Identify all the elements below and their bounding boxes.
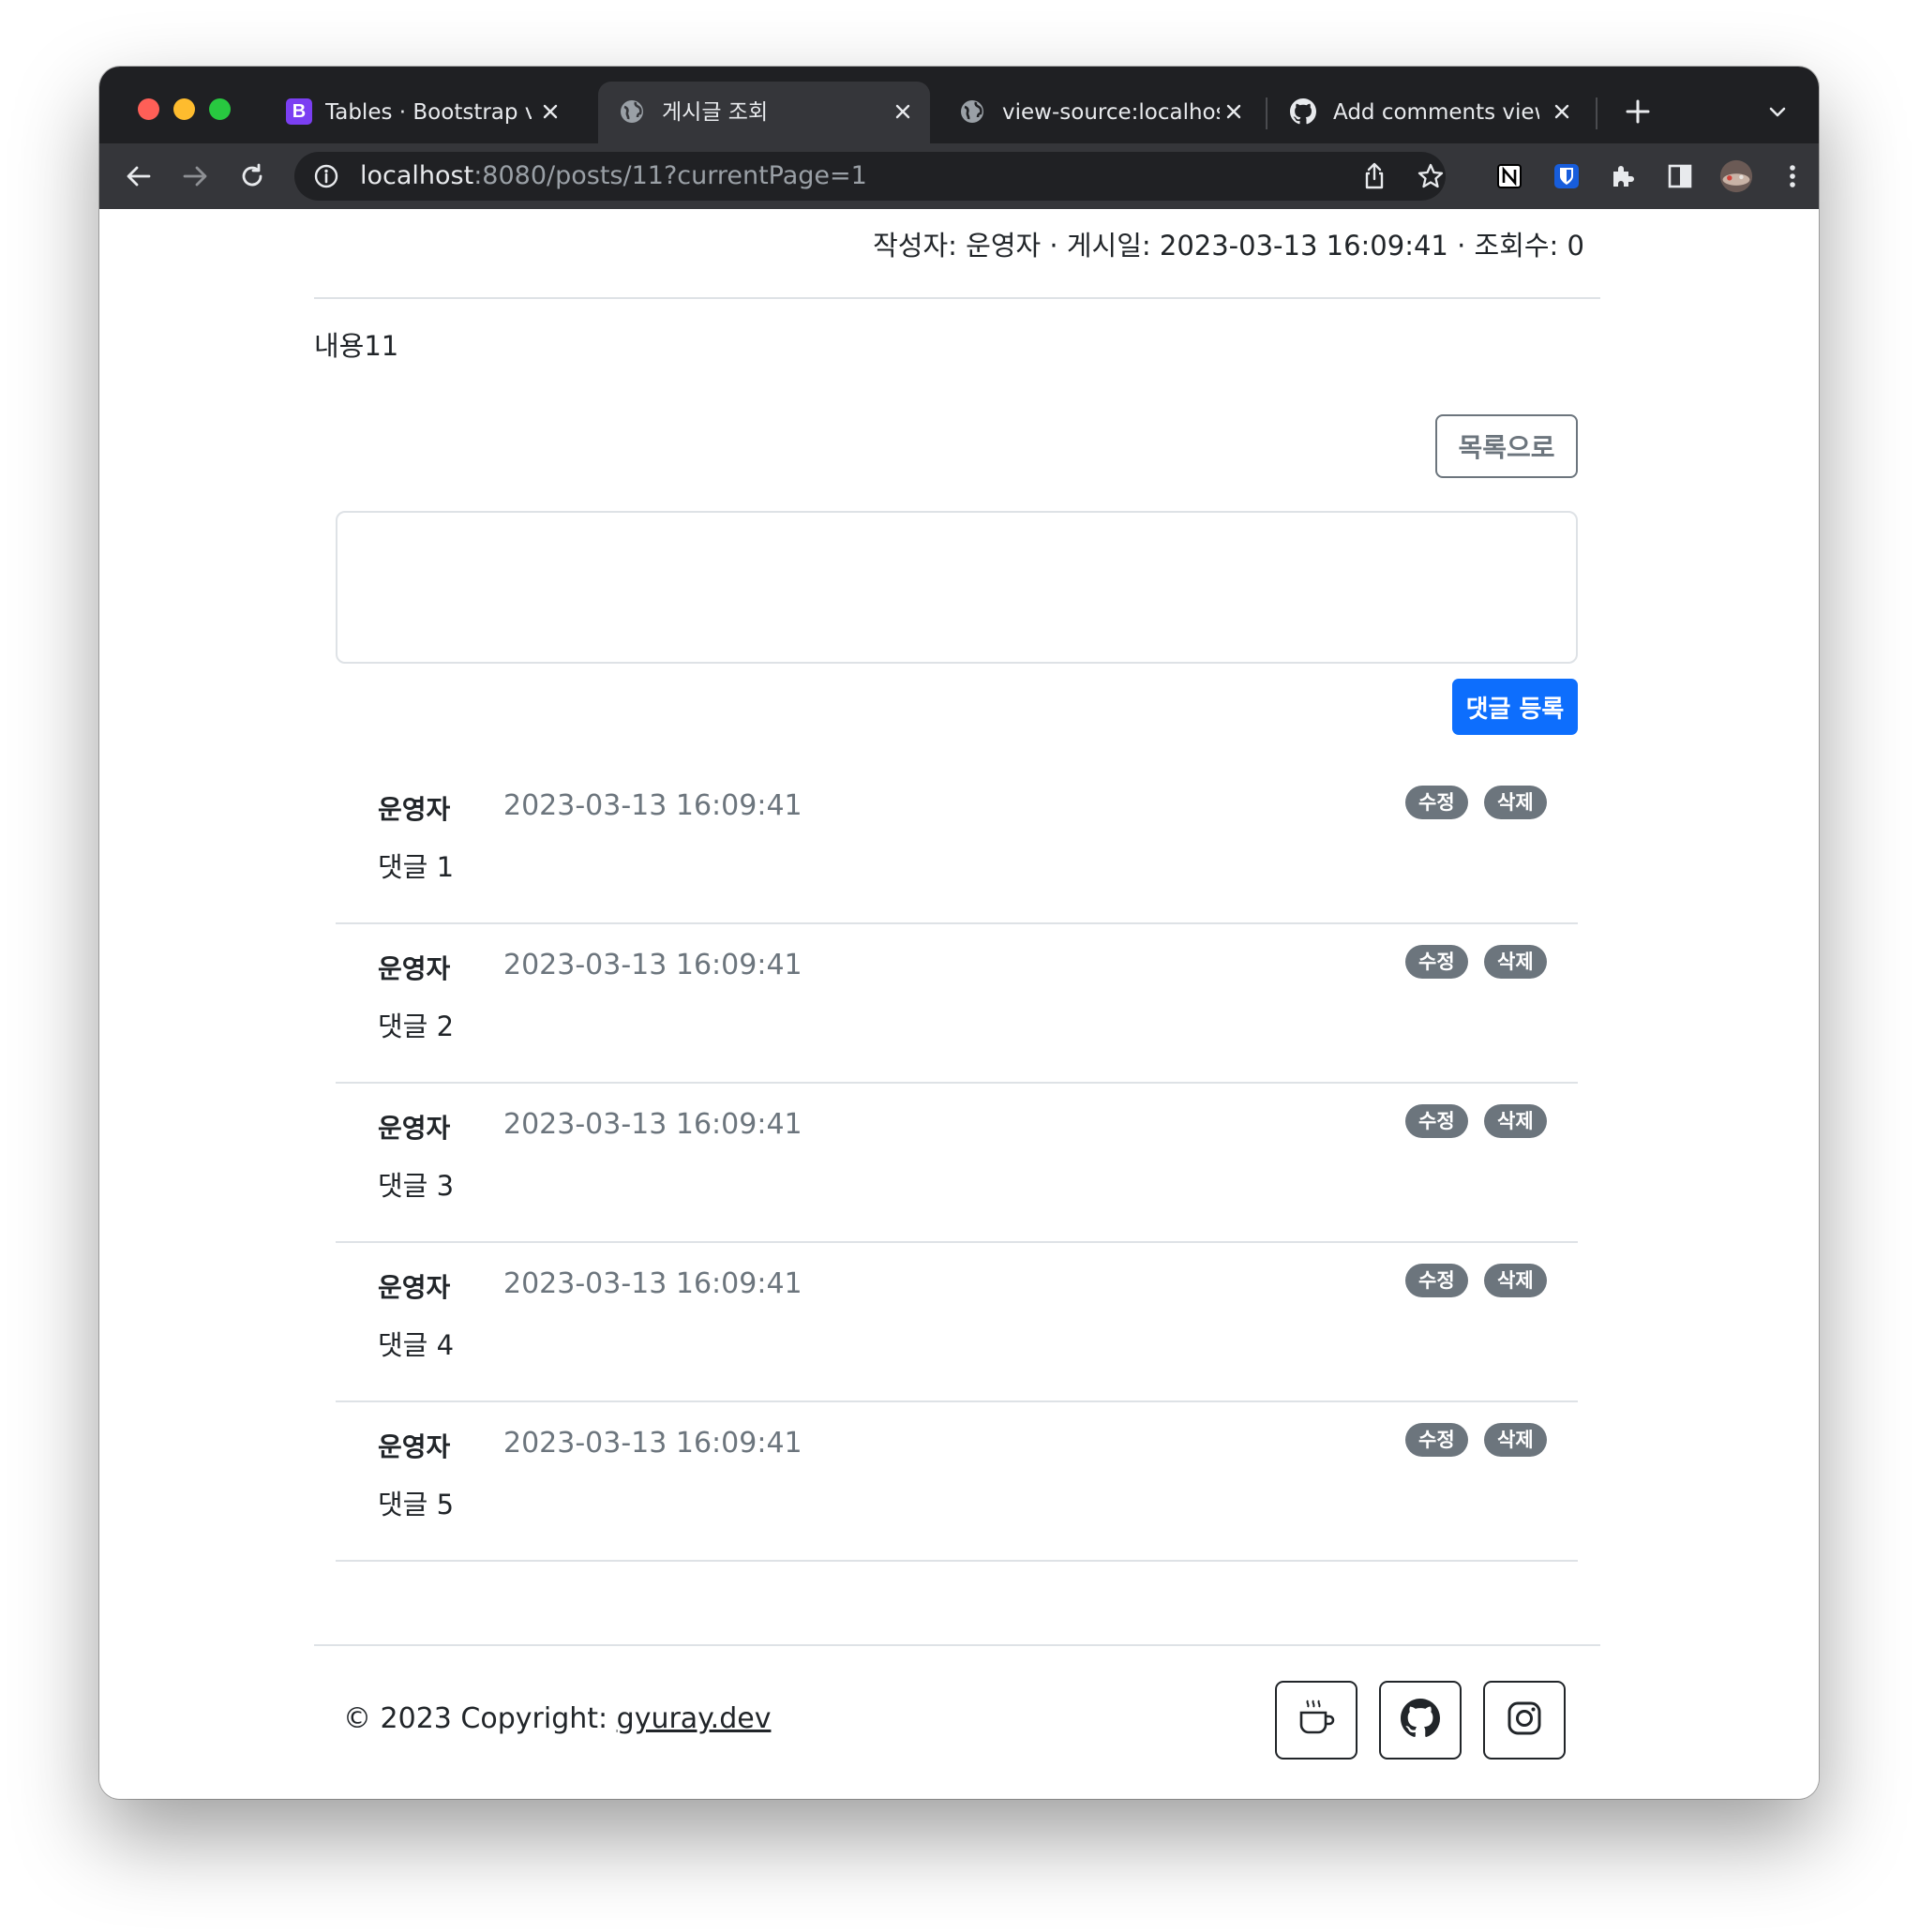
comment-date: 2023-03-13 16:09:41 [503,1267,802,1300]
comment-author: 운영자 [378,1431,451,1462]
site-info-icon[interactable] [309,159,343,193]
tab-post-view[interactable]: 게시글 조회 [598,82,930,143]
comment-text: 댓글 5 [378,1489,455,1520]
copyright-text: © 2023 Copyright: [343,1702,617,1735]
footer-divider [314,1644,1600,1646]
delete-comment-button[interactable]: 삭제 [1484,786,1547,819]
page-content: 작성자: 운영자 · 게시일: 2023-03-13 16:09:41 · 조회… [99,209,1819,1799]
comment-date: 2023-03-13 16:09:41 [503,1427,802,1460]
close-icon[interactable] [537,98,563,125]
notion-extension-icon[interactable] [1492,159,1526,193]
comment-author: 운영자 [378,1272,451,1303]
browser-window: B Tables · Bootstrap v5. 게시글 조회 view-sou… [99,67,1819,1799]
reload-button[interactable] [235,159,269,193]
github-icon [1401,1699,1440,1742]
comment-author: 운영자 [378,953,451,984]
back-button[interactable] [122,159,156,193]
extensions-puzzle-icon[interactable] [1606,159,1640,193]
coffee-icon [1295,1697,1338,1744]
tab-search-chevron-icon[interactable] [1761,95,1794,128]
divider [314,297,1600,299]
close-icon[interactable] [1549,98,1575,125]
new-tab-button[interactable] [1621,95,1655,128]
share-icon[interactable] [1358,159,1391,193]
github-icon [1290,98,1316,125]
comment-text: 댓글 4 [378,1329,455,1361]
copyright-link[interactable]: gyuray.dev [617,1702,772,1735]
tab-github-comments[interactable]: Add comments view f [1268,82,1680,143]
comment-textarea[interactable] [336,511,1578,664]
tab-title: Tables · Bootstrap v5. [325,100,532,125]
tab-title: 게시글 조회 [662,100,769,125]
delete-comment-button[interactable]: 삭제 [1484,1264,1547,1297]
tab-bar: B Tables · Bootstrap v5. 게시글 조회 view-sou… [99,67,1819,143]
post-content: 내용11 [314,330,399,362]
url-text: localhost:8080/posts/11?currentPage=1 [360,161,867,190]
comment-text: 댓글 3 [378,1170,455,1202]
comment-date: 2023-03-13 16:09:41 [503,949,802,981]
close-window-button[interactable] [138,98,159,120]
comment-text: 댓글 1 [378,851,455,883]
github-link[interactable] [1379,1681,1462,1760]
tab-title: view-source:localhost [1002,100,1220,125]
delete-comment-button[interactable]: 삭제 [1484,945,1547,979]
delete-comment-button[interactable]: 삭제 [1484,1423,1547,1457]
comment-author: 운영자 [378,1113,451,1144]
footer-copyright: © 2023 Copyright: gyuray.dev [343,1702,771,1735]
tab-separator [1596,97,1598,129]
comment-date: 2023-03-13 16:09:41 [503,789,802,822]
comment-text: 댓글 2 [378,1011,455,1042]
tab-view-source[interactable]: view-source:localhost [934,82,1262,143]
edit-comment-button[interactable]: 수정 [1405,1104,1468,1138]
globe-icon [959,98,985,125]
submit-comment-button[interactable]: 댓글 등록 [1452,679,1578,735]
comment-item: 운영자 2023-03-13 16:09:41 수정 삭제 댓글 1 [336,763,1578,924]
more-options-icon[interactable] [1776,159,1809,193]
instagram-link[interactable] [1483,1681,1566,1760]
tab-title: Add comments view f [1333,100,1539,125]
comment-item: 운영자 2023-03-13 16:09:41 수정 삭제 댓글 3 [336,1082,1578,1243]
close-icon[interactable] [890,98,916,125]
instagram-icon [1506,1700,1543,1741]
comment-item: 운영자 2023-03-13 16:09:41 수정 삭제 댓글 2 [336,922,1578,1084]
minimize-window-button[interactable] [173,98,195,120]
bookmark-star-icon[interactable] [1414,159,1448,193]
comment-item: 운영자 2023-03-13 16:09:41 수정 삭제 댓글 5 [336,1400,1578,1562]
globe-icon [619,98,645,125]
bootstrap-icon: B [286,98,312,125]
bitwarden-extension-icon[interactable] [1550,159,1583,193]
profile-avatar[interactable] [1719,159,1753,193]
comment-author: 운영자 [378,794,451,825]
edit-comment-button[interactable]: 수정 [1405,1423,1468,1457]
maximize-window-button[interactable] [209,98,231,120]
close-icon[interactable] [1221,98,1247,125]
address-bar[interactable]: localhost:8080/posts/11?currentPage=1 [294,152,1446,201]
coffee-link[interactable] [1275,1681,1358,1760]
delete-comment-button[interactable]: 삭제 [1484,1104,1547,1138]
edit-comment-button[interactable]: 수정 [1405,786,1468,819]
edit-comment-button[interactable]: 수정 [1405,945,1468,979]
browser-toolbar: localhost:8080/posts/11?currentPage=1 [99,143,1819,210]
edit-comment-button[interactable]: 수정 [1405,1264,1468,1297]
comment-date: 2023-03-13 16:09:41 [503,1108,802,1141]
side-panel-icon[interactable] [1663,159,1697,193]
tab-bootstrap-tables[interactable]: B Tables · Bootstrap v5. [265,82,575,143]
forward-button[interactable] [178,159,212,193]
comment-item: 운영자 2023-03-13 16:09:41 수정 삭제 댓글 4 [336,1241,1578,1402]
back-to-list-button[interactable]: 목록으로 [1435,414,1578,478]
post-meta: 작성자: 운영자 · 게시일: 2023-03-13 16:09:41 · 조회… [873,230,1584,262]
